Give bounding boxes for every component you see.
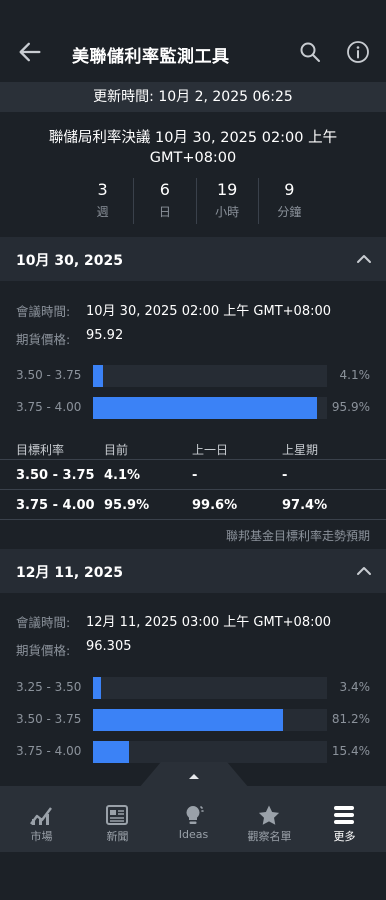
bottom-safe-area xyxy=(0,852,386,900)
probability-bar-row: 3.50 - 3.75 81.2% xyxy=(16,709,376,731)
meeting-date: 12月 11, 2025 xyxy=(16,565,123,581)
probability-bar-track xyxy=(93,677,327,699)
countdown-unit: 分鐘 xyxy=(277,205,302,219)
meeting-date: 10月 30, 2025 xyxy=(16,253,123,269)
probability-bar-row: 3.75 - 4.00 15.4% xyxy=(16,741,376,763)
meeting-time-value: 10月 30, 2025 02:00 上午 GMT+08:00 xyxy=(86,304,332,319)
probability-bar-fill xyxy=(93,365,103,387)
nav-item-news[interactable]: 新聞 xyxy=(79,786,156,852)
menu-icon xyxy=(334,806,354,824)
col-target-rate: 目標利率 xyxy=(16,443,65,457)
countdown-weeks: 3 週 xyxy=(72,178,135,224)
probability-bar-fill xyxy=(93,397,318,419)
updated-time: 更新時間: 10月 2, 2025 06:25 xyxy=(0,82,386,112)
nav-label: 新聞 xyxy=(106,830,129,843)
bar-range-label: 3.75 - 4.00 xyxy=(16,744,82,758)
nav-label: 觀察名單 xyxy=(247,830,292,843)
probability-bar-track xyxy=(93,741,327,763)
search-icon[interactable] xyxy=(298,40,322,64)
fed-decision-title: 聯儲局利率決議 10月 30, 2025 02:00 上午 GMT+08:00 xyxy=(48,130,338,166)
bottom-nav: 市場 新聞 Ideas 觀察名單 更多 xyxy=(0,786,386,852)
bar-range-label: 3.25 - 3.50 xyxy=(16,680,82,694)
lightbulb-icon xyxy=(186,806,204,824)
nav-label: Ideas xyxy=(178,828,209,841)
meeting-time-label: 會議時間: xyxy=(16,304,71,319)
app-bar: 美聯儲利率監測工具 xyxy=(0,0,386,82)
col-previous-day: 上一日 xyxy=(192,443,229,457)
bar-percent: 95.9% xyxy=(331,400,370,414)
news-icon xyxy=(106,805,128,825)
bar-percent: 4.1% xyxy=(339,368,371,382)
nav-item-ideas[interactable]: Ideas xyxy=(155,786,232,852)
info-icon[interactable] xyxy=(346,40,370,64)
chart-link[interactable]: 聯邦基金目標利率走勢預期 xyxy=(226,527,370,544)
probability-bar-fill xyxy=(93,677,101,699)
page-title: 美聯儲利率監測工具 xyxy=(72,47,230,67)
futures-price-row: 期貨價格: 95.92 xyxy=(16,328,123,348)
futures-price-value: 96.305 xyxy=(86,639,132,654)
futures-price-label: 期貨價格: xyxy=(16,332,71,347)
table-cell: - xyxy=(282,468,288,483)
countdown-unit: 週 xyxy=(96,205,109,219)
countdown-value: 9 xyxy=(284,180,295,199)
probability-bar-fill xyxy=(93,709,283,731)
bar-percent: 15.4% xyxy=(331,744,370,758)
countdown-value: 3 xyxy=(97,180,108,199)
col-last-week: 上星期 xyxy=(282,443,319,457)
countdown-days: 6 日 xyxy=(134,178,197,224)
nav-item-market[interactable]: 市場 xyxy=(3,786,80,852)
rate-table: 目標利率 目前 上一日 上星期 3.50 - 3.75 4.1% - - 3.7… xyxy=(0,438,386,520)
futures-price-value: 95.92 xyxy=(86,328,124,343)
meeting-time-label: 會議時間: xyxy=(16,615,71,630)
table-row: 3.50 - 3.75 4.1% - - xyxy=(0,460,386,490)
table-cell: 95.9% xyxy=(104,498,150,513)
table-cell: 99.6% xyxy=(192,498,238,513)
bar-range-label: 3.75 - 4.00 xyxy=(16,400,82,414)
probability-bar-row: 3.50 - 3.75 4.1% xyxy=(16,365,376,387)
countdown-minutes: 9 分鐘 xyxy=(259,178,320,224)
chevron-up-icon[interactable] xyxy=(355,563,373,579)
bar-percent: 3.4% xyxy=(339,680,371,694)
rate-table-header: 目標利率 目前 上一日 上星期 xyxy=(0,438,386,460)
meeting-time-row: 會議時間: 12月 11, 2025 03:00 上午 GMT+08:00 xyxy=(16,612,331,631)
table-cell: 97.4% xyxy=(282,498,328,513)
chart-icon xyxy=(30,807,52,825)
table-row: 3.75 - 4.00 95.9% 99.6% 97.4% xyxy=(0,490,386,520)
nav-label: 市場 xyxy=(30,830,53,843)
countdown: 3 週 6 日 19 小時 9 分鐘 xyxy=(72,178,320,224)
bar-percent: 81.2% xyxy=(331,712,370,726)
star-icon xyxy=(258,805,280,825)
probability-bar-fill xyxy=(93,741,130,763)
probability-bar-row: 3.75 - 4.00 95.9% xyxy=(16,397,376,419)
probability-bar-row: 3.25 - 3.50 3.4% xyxy=(16,677,376,699)
bar-range-label: 3.50 - 3.75 xyxy=(16,368,82,382)
countdown-unit: 日 xyxy=(158,205,171,219)
table-cell: - xyxy=(192,468,198,483)
table-cell: 3.50 - 3.75 xyxy=(16,468,95,483)
chevron-up-icon[interactable] xyxy=(355,251,373,267)
nav-item-watchlist[interactable]: 觀察名單 xyxy=(231,786,308,852)
probability-bar-track xyxy=(93,365,327,387)
probability-bar-track xyxy=(93,397,327,419)
meeting-time-row: 會議時間: 10月 30, 2025 02:00 上午 GMT+08:00 xyxy=(16,301,331,320)
probability-bar-track xyxy=(93,709,327,731)
countdown-hours: 19 小時 xyxy=(197,178,259,224)
meeting-header[interactable]: 10月 30, 2025 xyxy=(0,237,386,281)
meeting-header[interactable]: 12月 11, 2025 xyxy=(0,549,386,593)
countdown-value: 6 xyxy=(159,180,170,199)
bar-range-label: 3.50 - 3.75 xyxy=(16,712,82,726)
back-arrow-icon[interactable] xyxy=(16,38,44,66)
nav-label: 更多 xyxy=(333,830,356,843)
countdown-unit: 小時 xyxy=(215,205,240,219)
countdown-value: 19 xyxy=(216,180,238,199)
meeting-time-value: 12月 11, 2025 03:00 上午 GMT+08:00 xyxy=(86,615,332,630)
futures-price-row: 期貨價格: 96.305 xyxy=(16,639,132,659)
expand-nav-handle[interactable] xyxy=(139,762,249,788)
col-current: 目前 xyxy=(104,443,129,457)
nav-item-more[interactable]: 更多 xyxy=(306,786,383,852)
futures-price-label: 期貨價格: xyxy=(16,643,71,658)
table-cell: 3.75 - 4.00 xyxy=(16,498,95,513)
table-cell: 4.1% xyxy=(104,468,141,483)
